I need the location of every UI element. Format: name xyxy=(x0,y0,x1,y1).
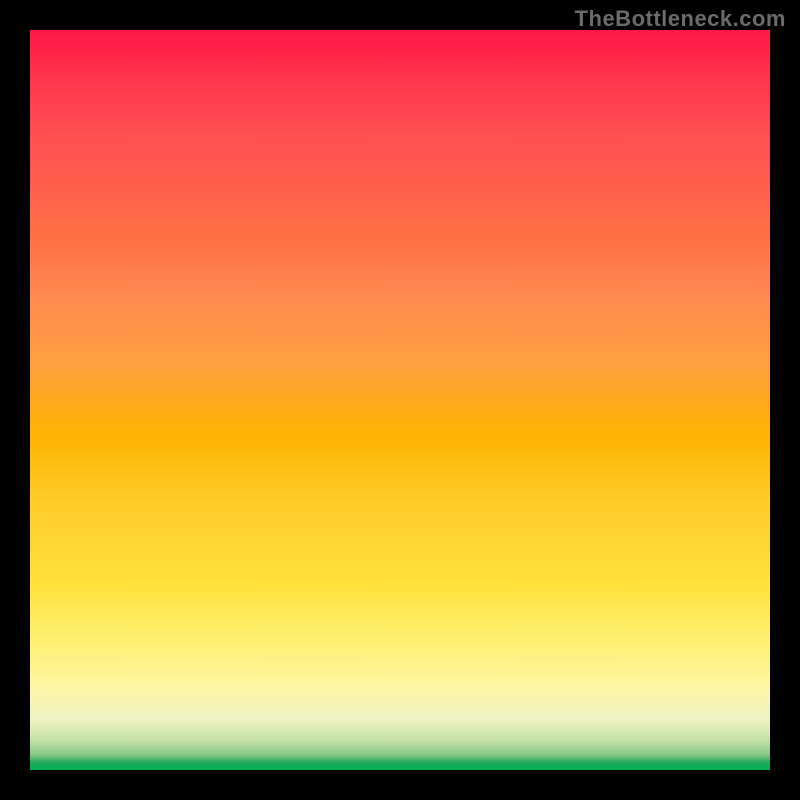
frame-left xyxy=(0,0,30,800)
plot-area xyxy=(30,30,770,770)
frame-right xyxy=(770,0,800,800)
watermark: TheBottleneck.com xyxy=(575,6,786,32)
gradient-background xyxy=(30,30,770,770)
frame-bottom xyxy=(0,770,800,800)
